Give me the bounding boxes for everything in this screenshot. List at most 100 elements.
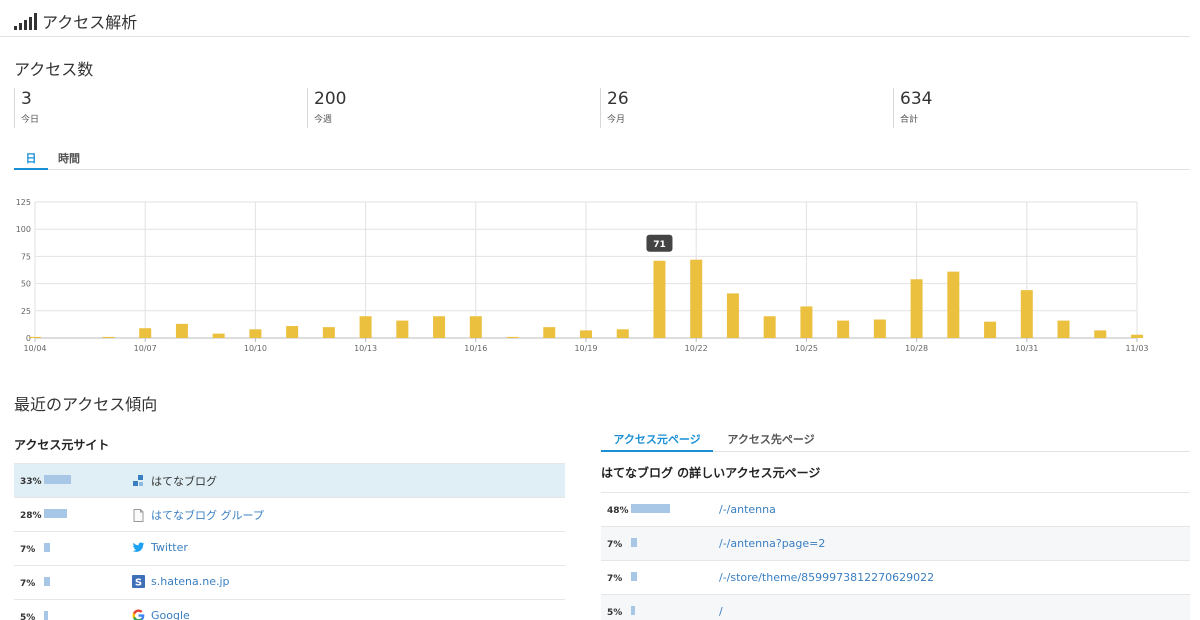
percent-label: 33% — [20, 477, 42, 487]
page-link[interactable]: /-/antenna?page=2 — [719, 537, 825, 550]
chart-bar — [800, 306, 813, 338]
x-tick-label: 10/10 — [244, 344, 267, 353]
stat-value: 200 — [314, 89, 347, 109]
percent-label: 7% — [607, 574, 623, 584]
access-count-title: アクセス数 — [14, 60, 94, 79]
source-name: Google — [151, 609, 190, 620]
x-tick-label: 10/25 — [795, 344, 818, 353]
chart-bar — [910, 279, 923, 338]
table-row: 5% / — [601, 595, 1190, 620]
stat-label: 今週 — [314, 115, 333, 125]
chart-bar — [102, 336, 115, 338]
chart-bar — [506, 336, 519, 338]
stat-label: 今月 — [607, 115, 626, 125]
share-bar — [44, 611, 48, 620]
x-tick-label: 10/19 — [574, 344, 597, 353]
share-bar — [631, 572, 637, 581]
referrer-pages-panel: アクセス元ページ アクセス先ページ はてなブログ の詳しいアクセス元ページ 48… — [601, 428, 1190, 620]
list-item[interactable]: 28% はてなブログ グループ — [14, 498, 565, 532]
referrer-sites-list: 33% はてなブログ 28% はてなブログ グループ 7% Twitter 7%… — [14, 463, 565, 620]
chart-bar — [543, 327, 556, 338]
stat-label: 今日 — [21, 115, 40, 125]
svg-text:S: S — [135, 578, 142, 589]
chart-bar — [359, 316, 372, 338]
stat-label: 合計 — [900, 115, 919, 125]
tab-referrer-pages[interactable]: アクセス元ページ — [601, 428, 713, 452]
share-bar — [631, 606, 635, 615]
stat-value: 3 — [21, 89, 32, 109]
x-tick-label: 11/03 — [1125, 344, 1148, 353]
share-bar — [44, 577, 50, 586]
table-row: 48% /-/antenna — [601, 493, 1190, 527]
percent-label: 7% — [20, 579, 36, 589]
chart-bar — [249, 329, 262, 338]
source-cell: Google — [132, 609, 190, 620]
y-tick-label: 50 — [21, 280, 31, 289]
twitter-icon — [132, 542, 145, 552]
percent-label: 5% — [20, 613, 36, 620]
list-item[interactable]: 7% Twitter — [14, 532, 565, 566]
chart-bar — [763, 316, 776, 338]
tab-landing-pages[interactable]: アクセス先ページ — [715, 428, 827, 452]
source-cell: はてなブログ — [132, 473, 217, 489]
chart-bar — [139, 328, 152, 338]
referrer-sites-title: アクセス元サイト — [14, 438, 110, 452]
chart-bar — [947, 271, 960, 338]
source-cell: Twitter — [132, 541, 188, 554]
page-link[interactable]: /-/antenna — [719, 503, 776, 516]
signal-bars-icon — [14, 12, 37, 30]
header-divider — [0, 36, 1190, 37]
x-tick-label: 10/13 — [354, 344, 377, 353]
x-tick-label: 10/31 — [1015, 344, 1038, 353]
chart-bar — [322, 327, 335, 338]
chart-bar — [1057, 320, 1070, 338]
x-tick-label: 10/07 — [134, 344, 157, 353]
page-link[interactable]: /-/store/theme/8599973812270629022 — [719, 571, 934, 584]
chart-bar — [873, 319, 886, 338]
tab-day[interactable]: 日 — [14, 148, 48, 170]
percent-label: 7% — [607, 540, 623, 550]
stat-today: 3 今日 — [14, 88, 39, 128]
chart-bar — [396, 320, 409, 338]
percent-label: 5% — [607, 608, 623, 618]
tooltip-label: 71 — [653, 240, 666, 250]
chart-bar — [469, 316, 482, 338]
chart-bar — [580, 330, 592, 338]
chart-bar — [286, 326, 299, 338]
list-item[interactable]: 7% S s.hatena.ne.jp — [14, 566, 565, 600]
x-tick-label: 10/28 — [905, 344, 928, 353]
y-tick-label: 25 — [21, 307, 31, 316]
referrer-pages-title: はてなブログ の詳しいアクセス元ページ — [601, 466, 821, 480]
source-name: s.hatena.ne.jp — [151, 575, 230, 588]
x-tick-label: 10/16 — [464, 344, 487, 353]
chart-bar — [175, 323, 188, 338]
document-icon — [133, 508, 144, 522]
x-tick-label: 10/22 — [685, 344, 708, 353]
y-tick-label: 125 — [16, 198, 31, 207]
page-header: アクセス解析 — [14, 9, 137, 33]
stat-month: 26 今月 — [600, 88, 629, 128]
share-bar — [44, 475, 71, 484]
percent-label: 28% — [20, 511, 42, 521]
stat-total: 634 合計 — [893, 88, 932, 128]
access-stats: 3 今日 200 今週 26 今月 634 合計 — [14, 88, 1190, 128]
share-bar — [44, 543, 50, 552]
hatena-star-icon: S — [132, 575, 145, 588]
chart-bar — [1131, 334, 1143, 338]
chart-bar — [433, 316, 446, 338]
list-item[interactable]: 33% はてなブログ — [14, 464, 565, 498]
referrer-pages-tabs: アクセス元ページ アクセス先ページ — [601, 428, 1190, 452]
chart-bar — [212, 333, 225, 338]
percent-label: 48% — [607, 506, 629, 516]
list-item[interactable]: 5% Google — [14, 600, 565, 620]
x-tick-label: 10/04 — [23, 344, 46, 353]
referrer-sites-panel: アクセス元サイト 33% はてなブログ 28% はてなブログ グループ 7% T… — [14, 436, 565, 620]
y-tick-label: 75 — [21, 252, 31, 261]
source-name: はてなブログ — [151, 475, 217, 488]
stat-value: 26 — [607, 89, 629, 109]
table-row: 7% /-/antenna?page=2 — [601, 527, 1190, 561]
source-name: Twitter — [151, 541, 188, 554]
source-cell: はてなブログ グループ — [132, 507, 264, 523]
tab-hour[interactable]: 時間 — [52, 148, 86, 170]
page-link[interactable]: / — [719, 605, 723, 618]
